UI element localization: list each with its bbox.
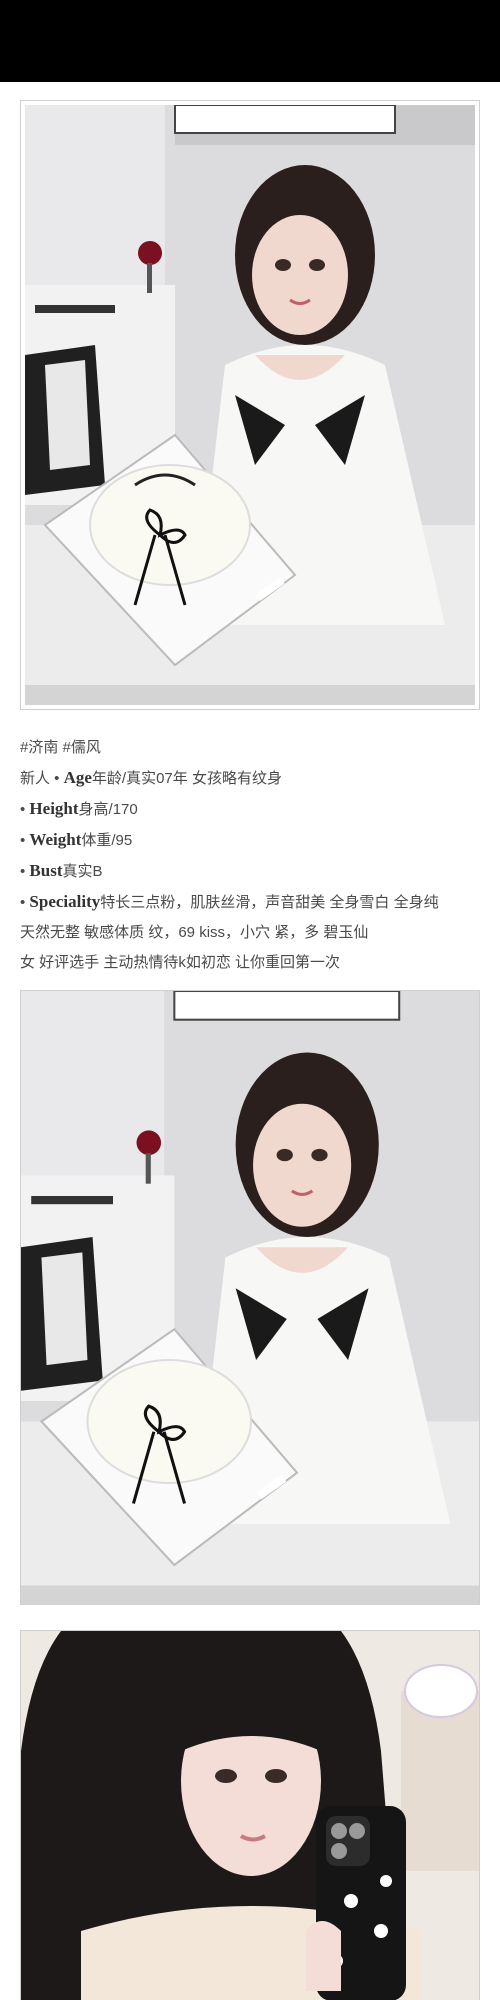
bullet: •: [20, 894, 30, 911]
height-value: 身高/170: [78, 801, 138, 818]
bullet: •: [20, 801, 30, 818]
photo-girl-with-cake-1[interactable]: [25, 105, 475, 705]
newcomer-label: 新人 •: [20, 770, 64, 787]
bullet: •: [20, 832, 30, 849]
bullet: •: [20, 863, 30, 880]
photo-illustration: [25, 105, 475, 705]
photo-illustration: [21, 1631, 479, 2000]
bust-key: Bust: [29, 861, 63, 880]
profile-tags: #济南 #儒风: [20, 733, 482, 763]
speciality-value-3: 女 好评选手 主动热情待k如初恋 让你重回第一次: [20, 954, 341, 971]
bust-value: 真实B: [62, 863, 103, 880]
photo-frame-2: [20, 990, 480, 1605]
profile-description: #济南 #儒风 新人 • Age年龄/真实07年 女孩略有纹身 • Height…: [20, 733, 482, 978]
top-bar: [0, 0, 500, 82]
photo-illustration: [21, 991, 479, 1604]
profile-speciality-line-3: 女 好评选手 主动热情待k如初恋 让你重回第一次: [20, 948, 482, 978]
photo-frame-3: [20, 1630, 480, 2000]
profile-height-line: • Height身高/170: [20, 794, 482, 825]
age-value: 年龄/真实07年 女孩略有纹身: [91, 770, 282, 787]
height-key: Height: [29, 799, 79, 818]
speciality-value-2: 天然无整 敏感体质 纹，69 kiss，小穴 紧，多 碧玉仙: [20, 924, 369, 941]
photo-girl-with-phone[interactable]: [21, 1631, 479, 2000]
profile-bust-line: • Bust真实B: [20, 856, 482, 887]
profile-weight-line: • Weight体重/95: [20, 825, 482, 856]
weight-key: Weight: [29, 830, 82, 849]
weight-value: 体重/95: [81, 832, 133, 849]
photo-frame-1: [20, 100, 480, 710]
profile-age-line: 新人 • Age年龄/真实07年 女孩略有纹身: [20, 763, 482, 794]
profile-speciality-line-2: 天然无整 敏感体质 纹，69 kiss，小穴 紧，多 碧玉仙: [20, 918, 482, 948]
speciality-key: Speciality: [29, 892, 101, 911]
profile-speciality-line: • Speciality特长三点粉，肌肤丝滑，声音甜美 全身雪白 全身纯: [20, 887, 482, 918]
speciality-value: 特长三点粉，肌肤丝滑，声音甜美 全身雪白 全身纯: [100, 894, 439, 911]
photo-girl-with-cake-2[interactable]: [21, 991, 479, 1604]
tags-text: #济南 #儒风: [20, 739, 101, 756]
age-key: Age: [63, 768, 92, 787]
